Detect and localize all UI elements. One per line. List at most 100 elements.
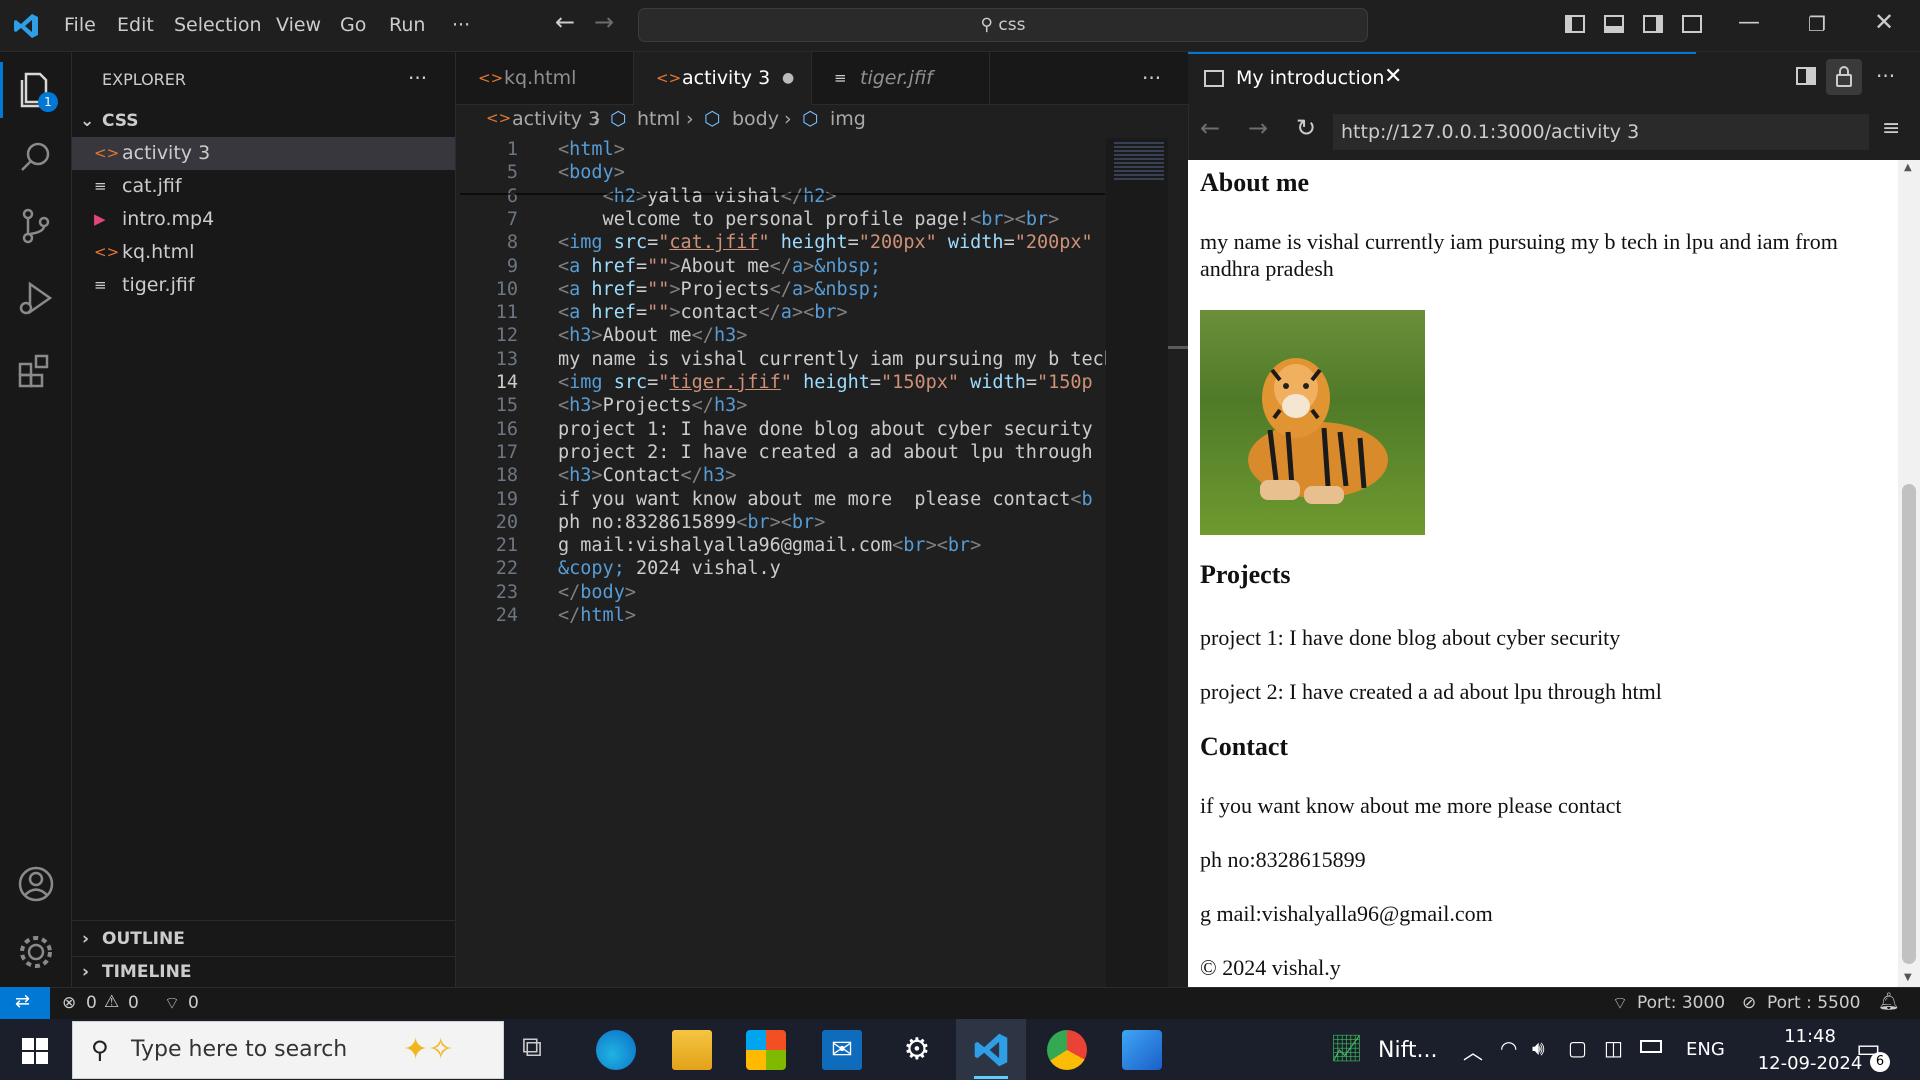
code-line[interactable]: 7 welcome to personal profile page!<br><… (456, 208, 1096, 231)
toggle-primary-sidebar-icon[interactable] (1565, 15, 1585, 33)
menu-hamburger-icon[interactable]: ≡ (1882, 116, 1900, 141)
file-item[interactable]: ≡ cat.jfif (72, 170, 455, 203)
errors-count[interactable]: 0 (86, 993, 97, 1013)
menu-edit[interactable]: Edit (117, 14, 154, 36)
code-line[interactable]: 24 </html> (456, 604, 1096, 627)
tab-activity-3[interactable]: <> activity 3 ● (634, 52, 812, 105)
editor-more-button[interactable]: ··· (1142, 66, 1161, 90)
url-input[interactable]: http://127.0.0.1:3000/activity 3 (1333, 114, 1869, 150)
windows-start-icon[interactable] (22, 1038, 48, 1064)
ports-count[interactable]: 0 (188, 993, 199, 1013)
split-editor-icon[interactable] (1796, 67, 1816, 85)
search-icon[interactable] (14, 136, 58, 180)
errors-icon[interactable]: ⊗ (62, 993, 76, 1013)
run-debug-icon[interactable] (14, 276, 58, 320)
accounts-icon[interactable] (14, 862, 58, 906)
code-line[interactable]: 6 <h2>yalla vishal</h2> (456, 185, 1096, 208)
forward-arrow-icon[interactable]: → (594, 8, 614, 36)
mail-icon[interactable]: ✉ (822, 1030, 862, 1070)
code-line[interactable]: 23 </body> (456, 581, 1096, 604)
code-line[interactable]: 21 g mail:vishalyalla96@gmail.com<br><br> (456, 534, 1096, 557)
vscode-logo-icon[interactable] (12, 12, 40, 40)
back-arrow-icon[interactable]: ← (1200, 114, 1220, 142)
explorer-more-button[interactable]: ··· (408, 66, 427, 90)
restore-icon[interactable]: ❐ (1808, 12, 1826, 36)
lock-group-button[interactable] (1826, 59, 1862, 95)
code-line[interactable]: 22 &copy; 2024 vishal.y (456, 557, 1096, 580)
code-line[interactable]: 11 <a href="">contact</a><br> (456, 301, 1096, 324)
chrome-icon[interactable] (1047, 1030, 1087, 1070)
code-line[interactable]: 18 <h3>Contact</h3> (456, 464, 1096, 487)
menu-selection[interactable]: Selection (174, 14, 262, 36)
edge-browser-icon[interactable] (596, 1030, 636, 1070)
port-3000[interactable]: Port: 3000 (1637, 993, 1725, 1013)
menu-view[interactable]: View (276, 14, 321, 36)
menu-run[interactable]: Run (389, 14, 425, 36)
photos-icon[interactable] (1122, 1030, 1162, 1070)
code-line[interactable]: 10 <a href="">Projects</a>&nbsp; (456, 278, 1096, 301)
section-timeline[interactable]: › TIMELINE (72, 956, 455, 986)
file-item[interactable]: ▶ intro.mp4 (72, 203, 455, 236)
customize-layout-icon[interactable] (1682, 15, 1702, 33)
task-view-icon[interactable]: ⧉ (522, 1030, 562, 1070)
editor-scrollbar-thumb[interactable] (1168, 346, 1188, 349)
warnings-count[interactable]: 0 (128, 993, 139, 1013)
battery-saver-icon[interactable]: ◫ (1604, 1036, 1623, 1060)
wifi-icon[interactable]: ◠ (1500, 1036, 1517, 1060)
tab-kq-html[interactable]: <> kq.html (456, 52, 634, 105)
taskbar-search[interactable]: ⚲ Type here to search ✦✧ (72, 1021, 504, 1079)
stock-ticker[interactable]: Nift... (1378, 1038, 1438, 1063)
port-5500[interactable]: Port : 5500 (1767, 993, 1861, 1013)
breadcrumb-body[interactable]: body (732, 108, 779, 130)
toggle-panel-icon[interactable] (1604, 15, 1624, 33)
tab-tiger-jfif[interactable]: ≡ tiger.jfif (812, 52, 990, 105)
code-line[interactable]: 1 <html> (456, 138, 1096, 161)
ports-icon[interactable]: ⌔ (164, 993, 180, 1014)
breadcrumb-html[interactable]: html (637, 108, 680, 130)
file-item[interactable]: <> kq.html (72, 236, 455, 269)
code-line[interactable]: 9 <a href="">About me</a>&nbsp; (456, 255, 1096, 278)
battery-icon[interactable] (1640, 1040, 1662, 1053)
file-item[interactable]: ≡ tiger.jfif (72, 269, 455, 302)
preview-scrollbar-thumb[interactable] (1902, 484, 1916, 964)
menu-file[interactable]: File (64, 14, 96, 36)
preview-more-button[interactable]: ··· (1876, 64, 1895, 88)
command-center-search[interactable]: ⚲ css (638, 8, 1368, 42)
back-arrow-icon[interactable]: ← (555, 8, 575, 36)
forward-arrow-icon[interactable]: → (1248, 114, 1268, 142)
menu-go[interactable]: Go (340, 14, 366, 36)
chevron-up-icon[interactable]: ︿ (1463, 1036, 1483, 1065)
unsaved-dot-icon[interactable]: ● (782, 52, 794, 105)
file-item[interactable]: <> activity 3 (72, 137, 455, 170)
menu-more[interactable]: ··· (452, 14, 470, 36)
scroll-down-icon[interactable]: ▼ (1904, 972, 1912, 983)
warnings-icon[interactable]: ⚠ (104, 992, 119, 1012)
camera-icon[interactable]: ▢ (1568, 1036, 1587, 1060)
code-line[interactable]: 19 if you want know about me more please … (456, 488, 1096, 511)
code-line[interactable]: 14 <img src="tiger.jfif" height="150px" w… (456, 371, 1096, 394)
breadcrumb-img[interactable]: img (830, 108, 866, 130)
toggle-secondary-sidebar-icon[interactable] (1643, 15, 1663, 33)
breadcrumb-file[interactable]: activity 3 (512, 108, 600, 130)
code-line[interactable]: 13 my name is vishal currently iam pursui… (456, 348, 1106, 371)
preview-scrollbar[interactable]: ▲ ▼ (1898, 160, 1920, 987)
extensions-icon[interactable] (14, 348, 58, 392)
scroll-up-icon[interactable]: ▲ (1904, 162, 1912, 173)
close-tab-icon[interactable]: ✕ (1384, 64, 1402, 89)
code-area[interactable]: 1 <html> 5 <body> 6 <h2>yalla vishal</h2> 7 w… (456, 138, 1106, 738)
folder-css[interactable]: ⌄ CSS (72, 106, 455, 136)
close-window-icon[interactable]: ✕ (1874, 8, 1894, 36)
section-outline[interactable]: › OUTLINE (72, 924, 455, 954)
minimize-icon[interactable]: — (1738, 10, 1760, 35)
settings-gear-icon[interactable]: ⚙ (897, 1030, 937, 1070)
explorer-icon[interactable]: 1 (14, 68, 58, 112)
vscode-taskbar-active[interactable] (956, 1019, 1026, 1080)
notifications-bell-icon[interactable]: 🔔︎ (1878, 992, 1900, 1012)
code-line[interactable]: 20 ph no:8328615899<br><br> (456, 511, 1096, 534)
remote-indicator[interactable]: ⇄ (0, 987, 50, 1019)
minimap[interactable] (1106, 138, 1168, 987)
file-explorer-icon[interactable] (672, 1030, 712, 1070)
code-line[interactable]: 5 <body> (456, 161, 1096, 184)
language-indicator[interactable]: ENG (1686, 1039, 1725, 1060)
clock-time[interactable]: 11:48 (1760, 1026, 1860, 1047)
